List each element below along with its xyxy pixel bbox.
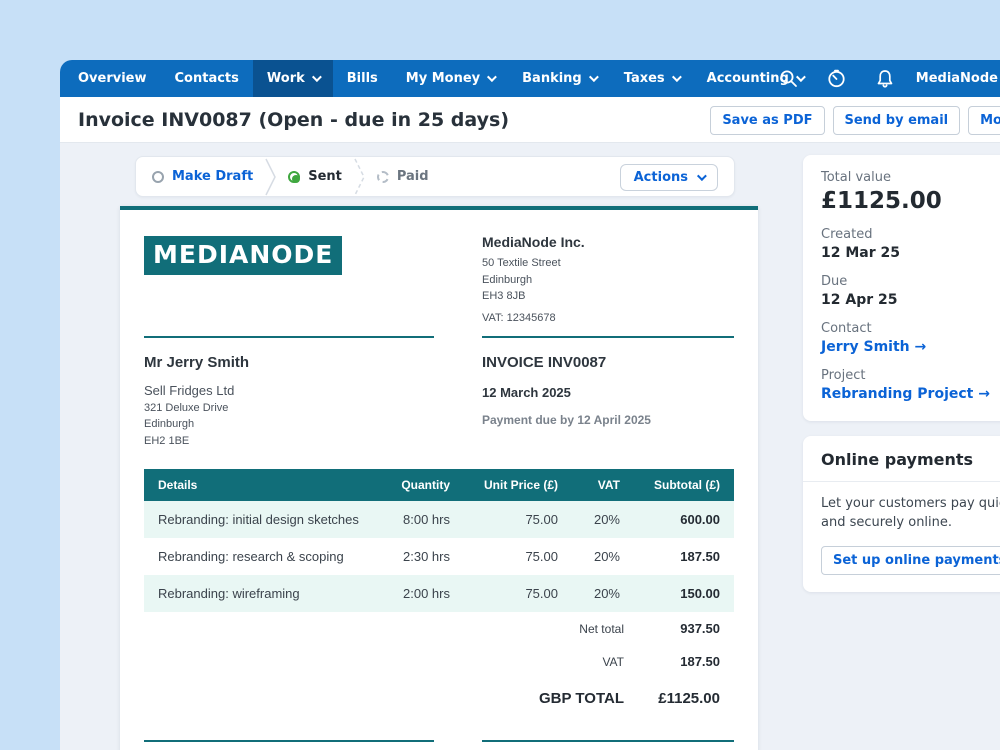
page-title: Invoice INV0087 (Open - due in 25 days) xyxy=(78,109,509,131)
search-icon[interactable] xyxy=(772,60,806,97)
chevron-down-icon xyxy=(487,72,497,82)
col-unit-price: Unit Price (£) xyxy=(464,469,572,501)
status-stepper: Make Draft Sent Paid Actions xyxy=(135,156,735,197)
recipient-address-line: 321 Deluxe Drive xyxy=(144,400,434,417)
recipient-company: Sell Fridges Ltd xyxy=(144,383,434,398)
total-value-label: Total value xyxy=(821,170,1000,185)
company-address-line: EH3 8JB xyxy=(482,288,734,305)
chevron-down-icon xyxy=(312,72,322,82)
grand-total-row: GBP TOTAL £1125.00 xyxy=(144,678,734,716)
chevron-down-icon xyxy=(697,171,707,181)
nav-item-contacts[interactable]: Contacts xyxy=(161,60,253,97)
vat-total-row: VAT 187.50 xyxy=(144,645,734,678)
account-menu[interactable]: MediaNode xyxy=(916,71,998,86)
invoice-footer-row: Payment Details NatWest Business Banking… xyxy=(144,740,734,750)
table-header-row: Details Quantity Unit Price (£) VAT Subt… xyxy=(144,469,734,501)
table-row: Rebranding: wireframing 2:00 hrs 75.00 2… xyxy=(144,575,734,612)
col-quantity: Quantity xyxy=(374,469,464,501)
invoice-number-title: INVOICE INV0087 xyxy=(482,354,734,371)
col-subtotal: Subtotal (£) xyxy=(634,469,734,501)
due-label: Due xyxy=(821,274,1000,289)
contact-label: Contact xyxy=(821,321,1000,336)
company-vat: VAT: 12345678 xyxy=(482,312,734,324)
content-area: Make Draft Sent Paid Actions MEDIANODE xyxy=(60,143,1000,750)
invoice-due-text: Payment due by 12 April 2025 xyxy=(482,413,734,427)
recipient-name: Mr Jerry Smith xyxy=(144,354,434,371)
online-payments-text: Let your customers pay quickly and secur… xyxy=(803,482,1000,533)
step-sent: Sent xyxy=(288,169,342,184)
setup-online-payments-button[interactable]: Set up online payments xyxy=(821,546,1000,575)
invoice-header-row: MEDIANODE MediaNode Inc. 50 Textile Stre… xyxy=(144,234,734,338)
net-total-row: Net total 937.50 xyxy=(144,612,734,645)
sidebar: Total value £1125.00 Created 12 Mar 25 D… xyxy=(803,155,1000,592)
header-buttons: Save as PDF Send by email Mo xyxy=(710,106,1000,135)
invoice-document: MEDIANODE MediaNode Inc. 50 Textile Stre… xyxy=(120,206,758,750)
invoice-parties-row: Mr Jerry Smith Sell Fridges Ltd 321 Delu… xyxy=(144,338,734,450)
col-vat: VAT xyxy=(572,469,634,501)
send-by-email-button[interactable]: Send by email xyxy=(833,106,961,135)
more-button[interactable]: Mo xyxy=(968,106,1000,135)
line-items-table: Details Quantity Unit Price (£) VAT Subt… xyxy=(144,469,734,612)
project-label: Project xyxy=(821,368,1000,383)
due-value: 12 Apr 25 xyxy=(821,292,1000,308)
company-address-line: Edinburgh xyxy=(482,272,734,289)
online-payments-card: Online payments Let your customers pay q… xyxy=(803,436,1000,592)
draft-circle-icon xyxy=(152,171,164,183)
nav-item-work[interactable]: Work xyxy=(253,60,333,97)
nav-item-overview[interactable]: Overview xyxy=(64,60,161,97)
timer-icon[interactable] xyxy=(820,60,854,97)
step-paid: Paid xyxy=(377,169,429,184)
divider xyxy=(482,740,734,742)
bell-icon[interactable] xyxy=(868,60,902,97)
chevron-down-icon xyxy=(672,72,682,82)
col-details: Details xyxy=(144,469,374,501)
online-payments-heading: Online payments xyxy=(803,436,1000,482)
app-window: Overview Contacts Work Bills My Money Ba… xyxy=(60,60,1000,750)
nav-item-taxes[interactable]: Taxes xyxy=(610,60,693,97)
nav-item-banking[interactable]: Banking xyxy=(508,60,610,97)
company-name: MediaNode Inc. xyxy=(482,234,734,250)
created-label: Created xyxy=(821,227,1000,242)
nav-item-bills[interactable]: Bills xyxy=(333,60,392,97)
page-header: Invoice INV0087 (Open - due in 25 days) … xyxy=(60,97,1000,143)
nav-right-group: MediaNode xyxy=(772,60,1000,97)
created-value: 12 Mar 25 xyxy=(821,245,1000,261)
table-row: Rebranding: research & scoping 2:30 hrs … xyxy=(144,538,734,575)
invoice-date: 12 March 2025 xyxy=(482,385,734,400)
nav-item-my-money[interactable]: My Money xyxy=(392,60,508,97)
invoice-summary-card: Total value £1125.00 Created 12 Mar 25 D… xyxy=(803,155,1000,421)
total-value-amount: £1125.00 xyxy=(821,188,1000,214)
step-separator xyxy=(265,158,276,196)
project-link[interactable]: Rebranding Project → xyxy=(821,386,1000,402)
sent-radio-icon xyxy=(288,171,300,183)
top-nav: Overview Contacts Work Bills My Money Ba… xyxy=(60,60,1000,97)
recipient-address-line: EH2 1BE xyxy=(144,433,434,450)
recipient-address-line: Edinburgh xyxy=(144,416,434,433)
chevron-down-icon xyxy=(589,72,599,82)
paid-circle-icon xyxy=(377,171,389,183)
divider xyxy=(144,740,434,742)
actions-dropdown-button[interactable]: Actions xyxy=(620,164,718,191)
step-make-draft[interactable]: Make Draft xyxy=(152,169,253,184)
step-separator-dashed xyxy=(354,158,365,196)
contact-link[interactable]: Jerry Smith → xyxy=(821,339,1000,355)
table-row: Rebranding: initial design sketches 8:00… xyxy=(144,501,734,538)
company-logo: MEDIANODE xyxy=(144,236,342,275)
save-as-pdf-button[interactable]: Save as PDF xyxy=(710,106,824,135)
company-address-line: 50 Textile Street xyxy=(482,255,734,272)
